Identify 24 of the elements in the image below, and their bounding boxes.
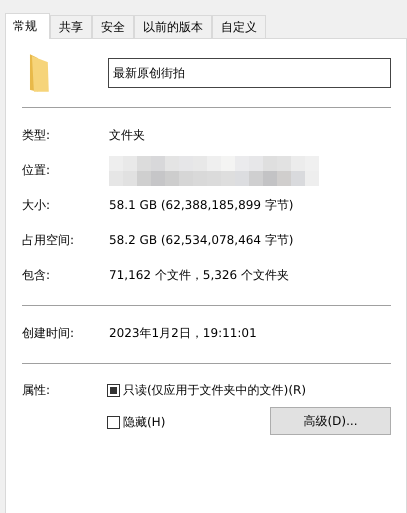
tab[interactable]: 以前的版本 [134,15,212,38]
field-label: 位置: [22,162,52,179]
folder-icon [28,52,50,94]
field-label: 属性: [22,382,52,399]
tab[interactable]: 常规 [5,13,50,39]
field-value: 2023年1月2日，19:11:01 [109,325,257,342]
name-field[interactable]: 最新原创街拍 [108,58,391,88]
checkbox-label[interactable]: 隐藏(H) [123,414,166,430]
checkbox-label[interactable]: 只读(仅应用于文件夹中的文件)(R) [123,382,306,399]
field-value: 71,162 个文件，5,326 个文件夹 [109,267,289,284]
advanced-button[interactable]: 高级(D)... [270,407,391,435]
checkbox[interactable] [107,416,120,428]
field-value: 文件夹 [109,127,145,144]
tab[interactable]: 安全 [92,15,134,38]
field-label: 类型: [22,127,52,144]
tab[interactable]: 自定义 [212,15,266,38]
tab[interactable]: 共享 [50,15,92,38]
field-label: 创建时间: [22,325,76,342]
field-label: 包含: [22,267,52,284]
field-label: 大小: [22,197,52,214]
checkbox[interactable] [107,384,120,397]
field-value: 58.2 GB (62,534,078,464 字节) [109,232,294,249]
field-label: 占用空间: [22,232,76,249]
field-value: 58.1 GB (62,388,185,899 字节) [109,197,294,214]
